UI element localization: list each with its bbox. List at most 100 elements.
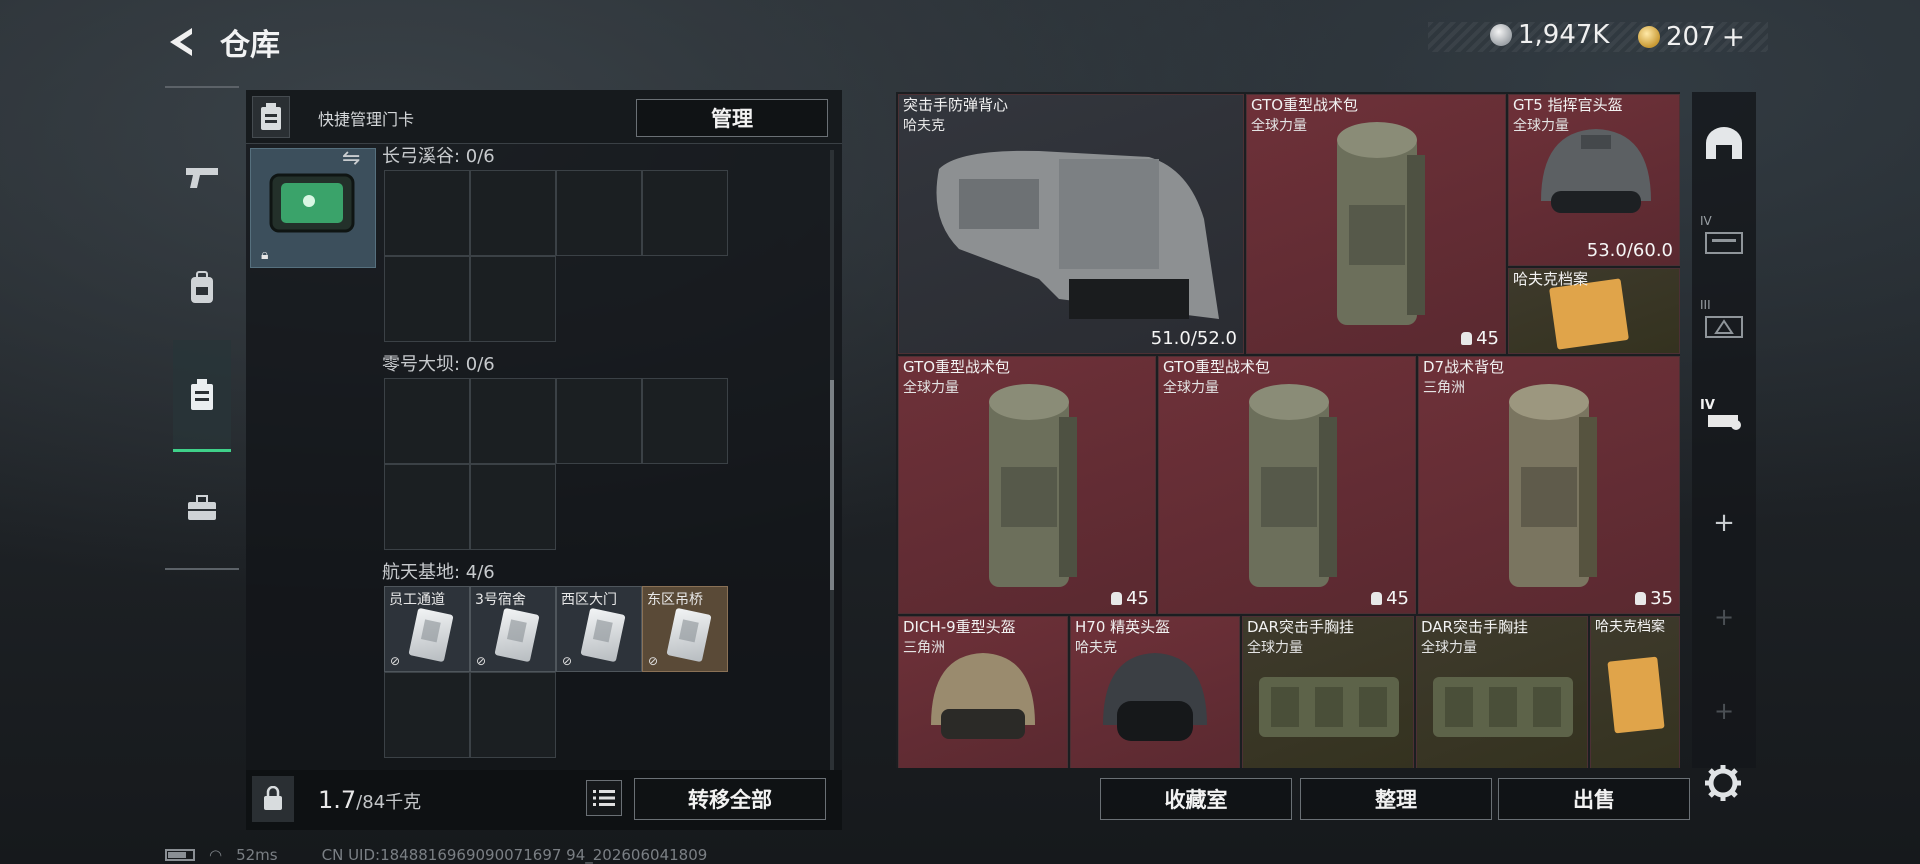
keycard-icon <box>408 607 454 663</box>
bag-capacity-icon <box>1371 592 1383 605</box>
item-name: D7战术背包 <box>1423 358 1505 376</box>
stash-item-helmet[interactable]: H70 精英头盔 哈夫克 <box>1070 616 1240 768</box>
stash-item-armor-vest[interactable]: 突击手防弹背心 哈夫克 51.0/52.0 <box>898 94 1244 354</box>
keycard-cell[interactable] <box>642 170 728 256</box>
keycard-icon <box>580 607 626 663</box>
premium-balance[interactable]: 207 + <box>1638 20 1745 53</box>
stash-page-rail: IV III IV + + + <box>1692 92 1756 768</box>
category-weapons[interactable] <box>173 122 231 234</box>
item-capacity-value: 45 <box>1126 588 1149 609</box>
keycard-case-icon <box>252 96 290 138</box>
item-faction: 哈夫克 <box>1075 640 1117 656</box>
category-keycards[interactable] <box>173 340 231 452</box>
page-title: 仓库 <box>220 28 280 63</box>
keycard-cell[interactable] <box>470 170 556 256</box>
stash-item-backpack[interactable]: D7战术背包 三角洲 35 <box>1418 356 1680 614</box>
keycard-name: 3号宿舍 <box>475 592 526 608</box>
scrollbar-thumb[interactable] <box>830 380 834 590</box>
keycard-cell[interactable] <box>642 378 728 464</box>
plus-icon: + <box>1713 508 1735 538</box>
keycard-cell[interactable] <box>556 378 642 464</box>
add-page-button[interactable]: + <box>1692 488 1756 558</box>
keycard-item[interactable]: 东区吊桥 ⊘ <box>642 586 728 672</box>
keycard-item[interactable]: 西区大门 ⊘ <box>556 586 642 672</box>
list-view-icon[interactable] <box>586 780 622 816</box>
item-name: H70 精英头盔 <box>1075 618 1171 636</box>
item-name: 突击手防弹背心 <box>903 96 1009 114</box>
add-currency-icon[interactable]: + <box>1722 20 1745 53</box>
stash-page-4[interactable]: IV <box>1692 382 1756 452</box>
coin-amount: 1,947K <box>1518 20 1610 50</box>
sort-button[interactable]: 整理 <box>1300 778 1492 820</box>
stash-item-backpack[interactable]: GTO重型战术包 全球力量 45 <box>1158 356 1416 614</box>
stash-item-backpack[interactable]: GTO重型战术包 全球力量 45 <box>1246 94 1506 354</box>
chest-rig-icon <box>1259 677 1399 737</box>
premium-amount: 207 <box>1666 21 1716 52</box>
stash-item-document[interactable]: 哈夫克档案 <box>1508 268 1680 354</box>
keycard-cell[interactable] <box>470 672 556 758</box>
stash-item-chest-rig[interactable]: DAR突击手胸挂 全球力量 <box>1242 616 1414 768</box>
swap-icon[interactable]: ⇋ <box>342 146 360 171</box>
document-icon <box>1607 656 1665 734</box>
keycard-cell[interactable] <box>384 170 470 256</box>
plus-icon: + <box>1713 603 1735 631</box>
keycard-cell[interactable] <box>470 378 556 464</box>
stash-item-chest-rig[interactable]: DAR突击手胸挂 全球力量 <box>1416 616 1588 768</box>
keycard-item[interactable]: 3号宿舍 ⊘ <box>470 586 556 672</box>
category-equipment[interactable] <box>173 232 231 344</box>
keycard-cell[interactable] <box>470 464 556 550</box>
stash-item-backpack[interactable]: GTO重型战术包 全球力量 45 <box>898 356 1156 614</box>
collection-room-button[interactable]: 收藏室 <box>1100 778 1292 820</box>
section-label-longbow: 长弓溪谷: 0/6 <box>382 146 495 167</box>
item-name: 哈夫克档案 <box>1513 270 1589 288</box>
keycard-cell[interactable] <box>470 256 556 342</box>
item-faction: 全球力量 <box>1251 118 1307 134</box>
stash-item-helmet[interactable]: GT5 指挥官头盔 全球力量 53.0/60.0 <box>1508 94 1680 266</box>
stash-item-helmet[interactable]: DICH-9重型头盔 三角洲 <box>898 616 1068 768</box>
item-name: GTO重型战术包 <box>903 358 1011 376</box>
transfer-all-button[interactable]: 转移全部 <box>634 778 826 820</box>
ping: 52ms <box>236 846 278 864</box>
unlock-icon: ⊘ <box>476 654 487 668</box>
wifi-icon: ◠ <box>209 846 223 864</box>
category-toolbox[interactable] <box>173 452 231 564</box>
item-durability: 53.0/60.0 <box>1586 240 1673 261</box>
sell-button[interactable]: 出售 <box>1498 778 1690 820</box>
stash-page-1[interactable] <box>1692 108 1756 178</box>
keycard-cell[interactable] <box>384 256 470 342</box>
item-capacity: 45 <box>1371 588 1409 609</box>
keycard-cell[interactable] <box>556 170 642 256</box>
stash-page-3[interactable]: III <box>1692 290 1756 360</box>
item-faction: 全球力量 <box>1163 380 1219 396</box>
stash-grid: 突击手防弹背心 哈夫克 51.0/52.0 GTO重型战术包 全球力量 45 G… <box>896 92 1680 768</box>
keycard-name: 员工通道 <box>389 592 445 608</box>
backpack-icon <box>1509 384 1597 587</box>
case-icon <box>1705 232 1743 254</box>
keycard-cell[interactable] <box>384 672 470 758</box>
tier-label: IV <box>1700 398 1715 413</box>
keycard-holder-icon <box>191 378 213 410</box>
item-faction: 三角洲 <box>903 640 945 656</box>
item-capacity-value: 35 <box>1650 588 1673 609</box>
stash-page-2[interactable]: IV <box>1692 206 1756 276</box>
gear-icon[interactable] <box>1702 762 1744 804</box>
item-name: GTO重型战术包 <box>1163 358 1271 376</box>
keycard-cell[interactable] <box>384 464 470 550</box>
unlock-icon: ⊘ <box>562 654 573 668</box>
lock-icon: 🔒︎ <box>261 247 269 263</box>
premium-coin-icon <box>1638 25 1660 48</box>
section-label-dam: 零号大坝: 0/6 <box>382 354 495 375</box>
tier-label: IV <box>1700 214 1712 228</box>
user-uid: CN UID:1848816969090071697 94_2026060418… <box>321 846 708 864</box>
keycard-cell[interactable] <box>384 378 470 464</box>
manage-button[interactable]: 管理 <box>636 99 828 137</box>
pistol-icon <box>186 168 218 188</box>
back-arrow-icon[interactable] <box>162 22 202 62</box>
stash-item-document[interactable]: 哈夫克档案 <box>1590 616 1680 768</box>
item-faction: 全球力量 <box>1421 640 1477 656</box>
item-name: 哈夫克档案 <box>1595 619 1665 635</box>
coin-balance: 1,947K <box>1490 20 1609 50</box>
keycard-item[interactable]: 员工通道 ⊘ <box>384 586 470 672</box>
weight-value: 1.7 <box>318 786 357 814</box>
briefcase-icon <box>188 495 216 520</box>
